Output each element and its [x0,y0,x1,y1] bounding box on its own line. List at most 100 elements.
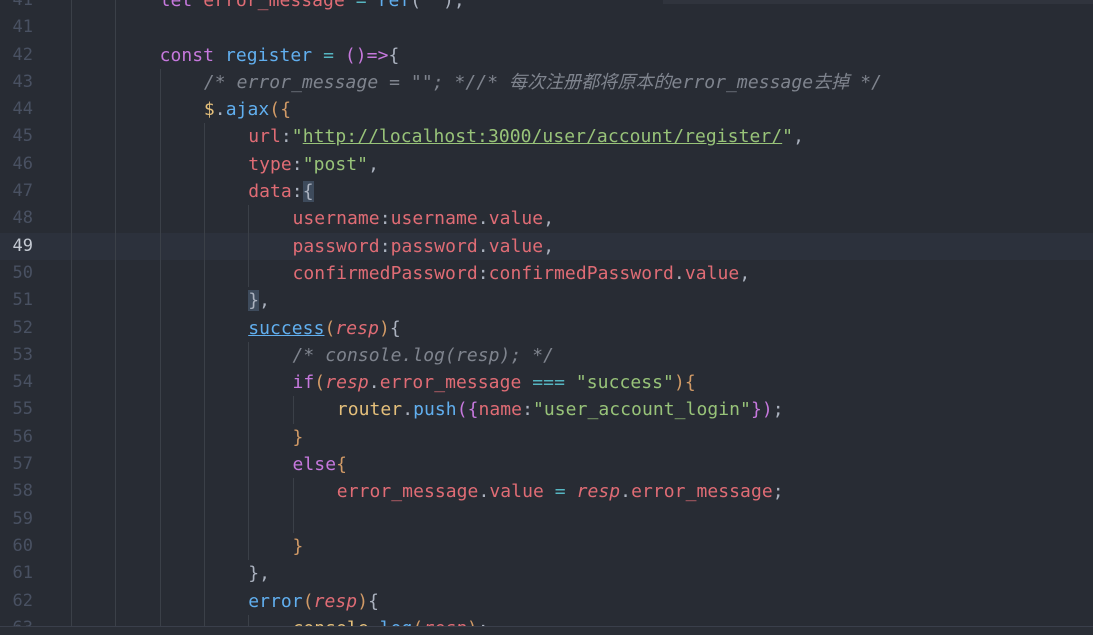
code-line[interactable]: 53 /* console.log(resp); */ [0,341,1093,370]
code-token: error_message [631,481,773,503]
line-number: 41 [12,0,33,10]
code-line[interactable]: 51}, [0,287,1093,315]
line-number: 56 [12,426,33,447]
code-token: { [368,590,379,612]
code-line[interactable]: 55 router.push({name:"user_account_login"… [0,396,1093,424]
indent-guide [115,14,117,42]
indent-guide [71,478,72,506]
code-line[interactable]: 60} [0,532,1093,561]
indent-guide [248,532,250,561]
horizontal-scrollbar[interactable] [0,626,1093,635]
indent-guide [115,205,117,233]
code-token: let [159,0,204,11]
indent-guide [159,123,161,151]
line-code: error_message.value = resp.error_message… [337,478,784,505]
code-token: { [389,317,401,339]
code-token: "user_account_login" [532,399,751,421]
indent-guide [115,532,117,561]
line-code: confirmedPassword:confirmedPassword.valu… [293,260,751,287]
code-line[interactable]: 41 let error_message = ref(""); [0,0,1093,15]
code-token: ); [442,0,465,11]
code-token: confirmedPassword [488,262,674,284]
code-token: /* error_message = ""; *//* 每次注册都将原本的err… [203,71,883,93]
indent-guide [203,314,205,342]
indent-guide [71,341,72,370]
code-line[interactable]: 61}, [0,560,1093,588]
code-line[interactable]: 44 $.ajax({ [0,96,1093,124]
line-number: 49 [12,235,33,256]
code-token: , [543,235,555,257]
code-token: " [782,126,794,148]
code-token: { [388,44,400,66]
indent-guide [115,560,117,588]
code-line[interactable]: 52 success(resp){ [0,314,1093,342]
line-number: 46 [12,153,33,174]
indent-guide [248,259,250,288]
code-token: = [543,481,577,503]
indent-guide [159,205,161,233]
indent-guide [71,178,72,206]
code-line[interactable]: 41 [0,14,1093,42]
line-number: 52 [12,317,33,338]
line-number: 61 [12,563,33,584]
code-lines[interactable]: 41 let error_message = ref(""); 41 42 const … [0,0,1093,635]
line-number: 58 [12,481,33,502]
indent-guide [248,451,250,479]
line-number: 41 [12,17,33,38]
code-token: = [344,0,378,11]
code-token: register [224,44,313,66]
code-line[interactable]: 45 url:"http://localhost:3000/user/accoun… [0,123,1093,151]
line-code: }, [248,560,270,587]
line-number: 54 [12,372,33,393]
code-line[interactable]: 47 data:{ [0,178,1093,206]
code-line[interactable]: 46 type:"post", [0,150,1093,179]
indent-guide [115,314,117,342]
indent-guide [203,123,205,151]
indent-guide [115,341,117,370]
line-code: error(resp){ [248,588,379,615]
code-token: , [259,290,270,312]
code-line[interactable]: 42 const register = ()=>{ [0,41,1093,69]
line-number: 57 [12,454,33,475]
code-line[interactable]: 58 error_message.value = resp.error_messa… [0,478,1093,506]
indent-guide [159,259,161,288]
indent-guide [159,178,161,206]
code-token: ) [357,590,369,612]
indent-guide [248,423,250,452]
indent-guide [71,123,72,151]
line-number: 45 [12,126,33,147]
code-line[interactable]: 54 if(resp.error_message === "success"){ [0,369,1093,397]
indent-guide [159,232,161,260]
code-token: ( [324,317,336,339]
code-line[interactable]: 57 else{ [0,451,1093,479]
code-line[interactable]: 59 [0,505,1093,533]
indent-guide [159,505,161,533]
indent-guide [71,451,72,479]
line-number: 42 [12,44,33,65]
indent-guide [115,587,117,615]
code-line[interactable]: 43 /* error_message = ""; *//* 每次注册都将原本的e… [0,68,1093,97]
code-token: /* console.log(resp); */ [292,344,555,366]
indent-guide [159,478,161,506]
line-code: if(resp.error_message === "success"){ [293,369,696,396]
code-line[interactable]: 49 password:password.value, [0,232,1093,260]
line-number: 48 [12,208,33,229]
code-line[interactable]: 50 confirmedPassword:confirmedPassword.va… [0,259,1093,288]
code-token: resp [325,372,369,394]
indent-guide [71,0,72,15]
code-token: . [673,262,685,284]
indent-guide [159,96,161,124]
code-line[interactable]: 62 error(resp){ [0,587,1093,615]
indent-guide [115,41,117,69]
line-code: /* error_message = ""; *//* 每次注册都将原本的err… [204,69,882,96]
code-token: , [543,208,555,230]
code-line[interactable]: 56} [0,423,1093,452]
indent-guide [71,396,72,424]
code-line[interactable]: 48 username:username.value, [0,205,1093,233]
code-token: = [312,44,345,66]
code-token: value [488,235,544,257]
code-editor[interactable]: 41 let error_message = ref(""); 41 42 const … [0,0,1093,635]
indent-guide [203,287,205,315]
code-token: confirmedPassword [292,262,478,284]
code-token: "" [421,0,443,11]
